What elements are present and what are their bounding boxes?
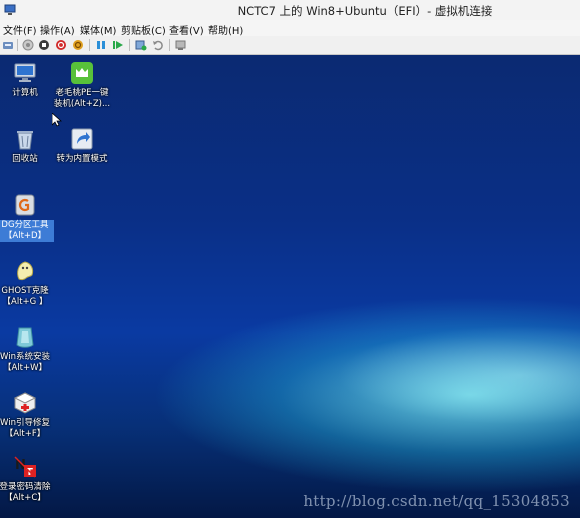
pause-icon[interactable] bbox=[95, 39, 107, 51]
shortcut-arrow-icon bbox=[71, 128, 93, 150]
desktop-icon-label: Win系统安装 bbox=[0, 352, 50, 362]
ntpwedit-icon: N T bbox=[14, 456, 36, 478]
desktop-icon-computer[interactable]: 计算机 bbox=[0, 61, 54, 99]
recycle-bin-icon bbox=[17, 131, 33, 150]
desktop-icon-label: 登录密码清除 bbox=[0, 482, 51, 492]
menu-action[interactable]: 操作(A) bbox=[40, 22, 75, 37]
menu-bar: 文件(F) 操作(A) 媒体(M) 剪贴板(C) 查看(V) 帮助(H) bbox=[0, 20, 580, 37]
menu-view[interactable]: 查看(V) bbox=[169, 22, 204, 37]
computer-icon bbox=[14, 63, 36, 82]
toolbar-separator bbox=[17, 39, 18, 51]
turn-off-icon[interactable] bbox=[38, 39, 50, 51]
desktop-icon-label: 转为内置模式 bbox=[56, 154, 108, 164]
desktop-icon-label: 计算机 bbox=[12, 88, 38, 98]
desktop-icon-label: GHOST克隆 bbox=[1, 286, 49, 296]
start-icon[interactable] bbox=[22, 39, 34, 51]
win-install-icon bbox=[16, 327, 34, 348]
desktop-icon-laomaotao-pe[interactable]: 老毛桃PE一键 装机(Alt+Z)... bbox=[53, 61, 111, 110]
mouse-pointer-icon bbox=[52, 113, 62, 127]
menu-file[interactable]: 文件(F) bbox=[3, 22, 37, 37]
desktop-icon-win-install[interactable]: Win系统安装 【Alt+W】 bbox=[0, 325, 54, 374]
desktop-icon-boot-repair[interactable]: Win引导修复 【Alt+F】 bbox=[0, 391, 54, 440]
desktop-icon-builtin-mode[interactable]: 转为内置模式 bbox=[53, 127, 111, 165]
shutdown-icon[interactable] bbox=[55, 39, 67, 51]
save-icon[interactable] bbox=[72, 39, 84, 51]
desktop-icon-ghost[interactable]: GHOST克隆 【Alt+G 】 bbox=[0, 259, 54, 308]
menu-help[interactable]: 帮助(H) bbox=[208, 22, 243, 37]
vm-desktop[interactable]: 计算机 老毛桃PE一键 装机(Alt+Z)... 回收站 转为内置模式 DG分区… bbox=[0, 55, 580, 518]
desktop-icon-label: 【Alt+C】 bbox=[4, 493, 46, 503]
desktop-icon-label: Win引导修复 bbox=[0, 418, 50, 428]
ghost-icon bbox=[17, 261, 34, 281]
menu-clipboard[interactable]: 剪贴板(C) bbox=[121, 22, 166, 37]
first-aid-icon bbox=[13, 392, 37, 414]
window-title: NCTC7 上的 Win8+Ubuntu（EFI）- 虚拟机连接 bbox=[237, 4, 493, 18]
toolbar-separator bbox=[89, 39, 90, 51]
desktop-icon-password-clear[interactable]: N T 登录密码清除 【Alt+C】 bbox=[0, 455, 54, 504]
desktop-icon-dg-partition[interactable]: DG分区工具 【Alt+D】 bbox=[0, 193, 54, 242]
toolbar-separator bbox=[129, 39, 130, 51]
revert-icon[interactable] bbox=[152, 39, 164, 51]
desktop-icon-label: 回收站 bbox=[12, 154, 38, 164]
desktop-icon-label: 【Alt+W】 bbox=[2, 363, 48, 373]
toolbar bbox=[0, 36, 580, 55]
toolbar-separator bbox=[169, 39, 170, 51]
desktop-icon-label: 【Alt+F】 bbox=[4, 429, 46, 439]
desktop-icon-recycle-bin[interactable]: 回收站 bbox=[0, 127, 54, 165]
watermark-text: http://blog.csdn.net/qq_15304853 bbox=[303, 492, 570, 510]
checkpoint-icon[interactable] bbox=[135, 39, 147, 51]
laomaotao-icon bbox=[71, 62, 93, 84]
menu-media[interactable]: 媒体(M) bbox=[80, 22, 116, 37]
desktop-icon-label: DG分区工具 bbox=[0, 220, 54, 231]
desktop-icon-label: 装机(Alt+Z)... bbox=[53, 99, 111, 109]
diskgenius-icon bbox=[15, 194, 35, 216]
title-bar: NCTC7 上的 Win8+Ubuntu（EFI）- 虚拟机连接 bbox=[0, 0, 580, 21]
ctrl-alt-del-icon[interactable] bbox=[2, 39, 14, 51]
desktop-icon-label: 【Alt+G 】 bbox=[2, 297, 48, 307]
enhanced-session-icon[interactable] bbox=[175, 39, 187, 51]
desktop-icon-label: 【Alt+D】 bbox=[0, 231, 54, 242]
resume-icon[interactable] bbox=[112, 39, 124, 51]
desktop-icon-label: 老毛桃PE一键 bbox=[55, 88, 109, 98]
